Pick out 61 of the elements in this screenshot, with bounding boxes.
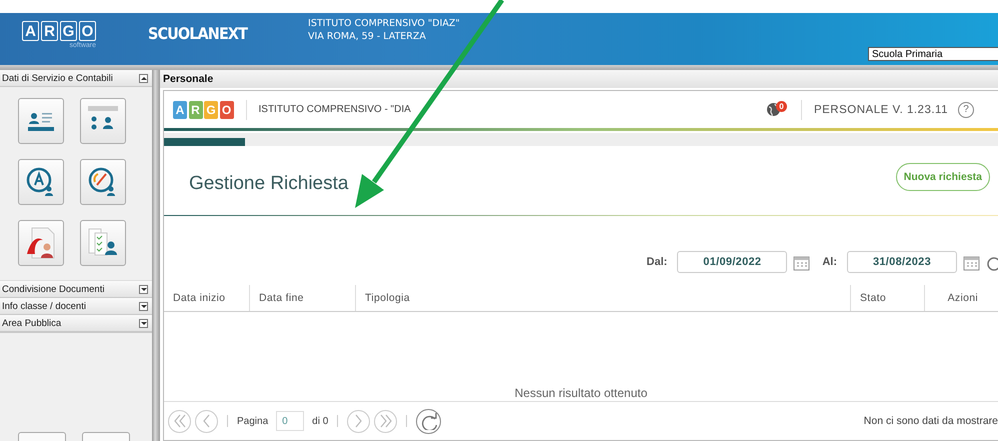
section-header[interactable]: Area Pubblica: [0, 315, 152, 332]
date-field[interactable]: 31/08/2023: [847, 251, 957, 273]
tile-button[interactable]: [80, 98, 126, 144]
page-count: di 0: [312, 416, 328, 426]
tile-button[interactable]: [18, 220, 64, 266]
logo-letter: A: [173, 100, 187, 118]
logo-letter: O: [79, 21, 96, 41]
tile-button[interactable]: [80, 159, 126, 205]
page-label: Pagina: [237, 416, 268, 426]
institute-text: ISTITUTO COMPRENSIVO "DIAZ": [308, 18, 460, 29]
column-header[interactable]: Data fine: [250, 285, 356, 311]
tile-button[interactable]: [80, 220, 126, 266]
tile-button[interactable]: [18, 98, 64, 144]
logo-letter: A: [22, 21, 39, 41]
section-header[interactable]: Dati di Servizio e Contabili: [0, 70, 152, 87]
tile-button[interactable]: [18, 159, 64, 205]
expand-icon[interactable]: [139, 284, 148, 294]
institute-text: VIA ROMA, 59 - LATERZA: [308, 31, 427, 42]
next-page-icon: [355, 414, 362, 428]
logo-letter: G: [60, 21, 77, 41]
section-header[interactable]: Info classe / docenti: [0, 298, 152, 315]
section-title: Condivisione Documenti: [2, 284, 104, 294]
expand-icon[interactable]: [139, 318, 148, 328]
help-button[interactable]: ?: [958, 102, 974, 118]
page-title: Gestione Richiesta: [189, 172, 348, 194]
logo-letter: O: [220, 100, 234, 118]
school-select[interactable]: Scuola Primaria: [868, 47, 998, 61]
column-header[interactable]: Azioni: [925, 285, 998, 311]
pager-message: Non ci sono dati da mostrare: [864, 415, 998, 427]
calendar-icon[interactable]: [793, 254, 810, 270]
tile-button[interactable]: [18, 432, 66, 441]
tile-button[interactable]: [82, 432, 130, 441]
date-label: Dal:: [646, 256, 668, 268]
section-title: Dati di Servizio e Contabili: [2, 72, 113, 84]
refresh-icon: [420, 412, 437, 430]
column-header[interactable]: Data inizio: [164, 285, 250, 311]
search-icon[interactable]: [986, 256, 998, 273]
last-page-icon: [380, 414, 392, 428]
column-header[interactable]: Stato: [851, 285, 925, 311]
section-header[interactable]: Condivisione Documenti: [0, 281, 152, 298]
product-name: SCUOLANEXT: [148, 24, 248, 43]
logo-letter: G: [204, 100, 218, 118]
profile-card-icon: [27, 110, 55, 132]
logo-letter: R: [41, 21, 58, 41]
column-header[interactable]: Tipologia: [356, 285, 851, 311]
date-label: Al:: [822, 256, 837, 268]
logo-letter: R: [188, 100, 202, 118]
first-page-icon: [174, 414, 186, 428]
institute-name: ISTITUTO COMPRENSIVO - "DIA: [258, 104, 411, 115]
calendar-icon[interactable]: [963, 254, 980, 270]
panel-title: Personale: [160, 70, 998, 88]
section-title: Area Pubblica: [2, 318, 62, 328]
date-field[interactable]: 01/09/2022: [677, 251, 788, 273]
notification-badge: 0: [776, 101, 787, 112]
empty-message: Nessun risultato ottenuto: [514, 386, 648, 401]
version-label: PERSONALE V. 1.23.11: [814, 104, 948, 116]
expand-icon[interactable]: [139, 302, 148, 310]
previous-page-icon: [203, 414, 210, 428]
collapse-icon[interactable]: [139, 74, 148, 82]
section-title: Info classe / docenti: [2, 300, 86, 312]
pager-button[interactable]: [416, 408, 442, 434]
